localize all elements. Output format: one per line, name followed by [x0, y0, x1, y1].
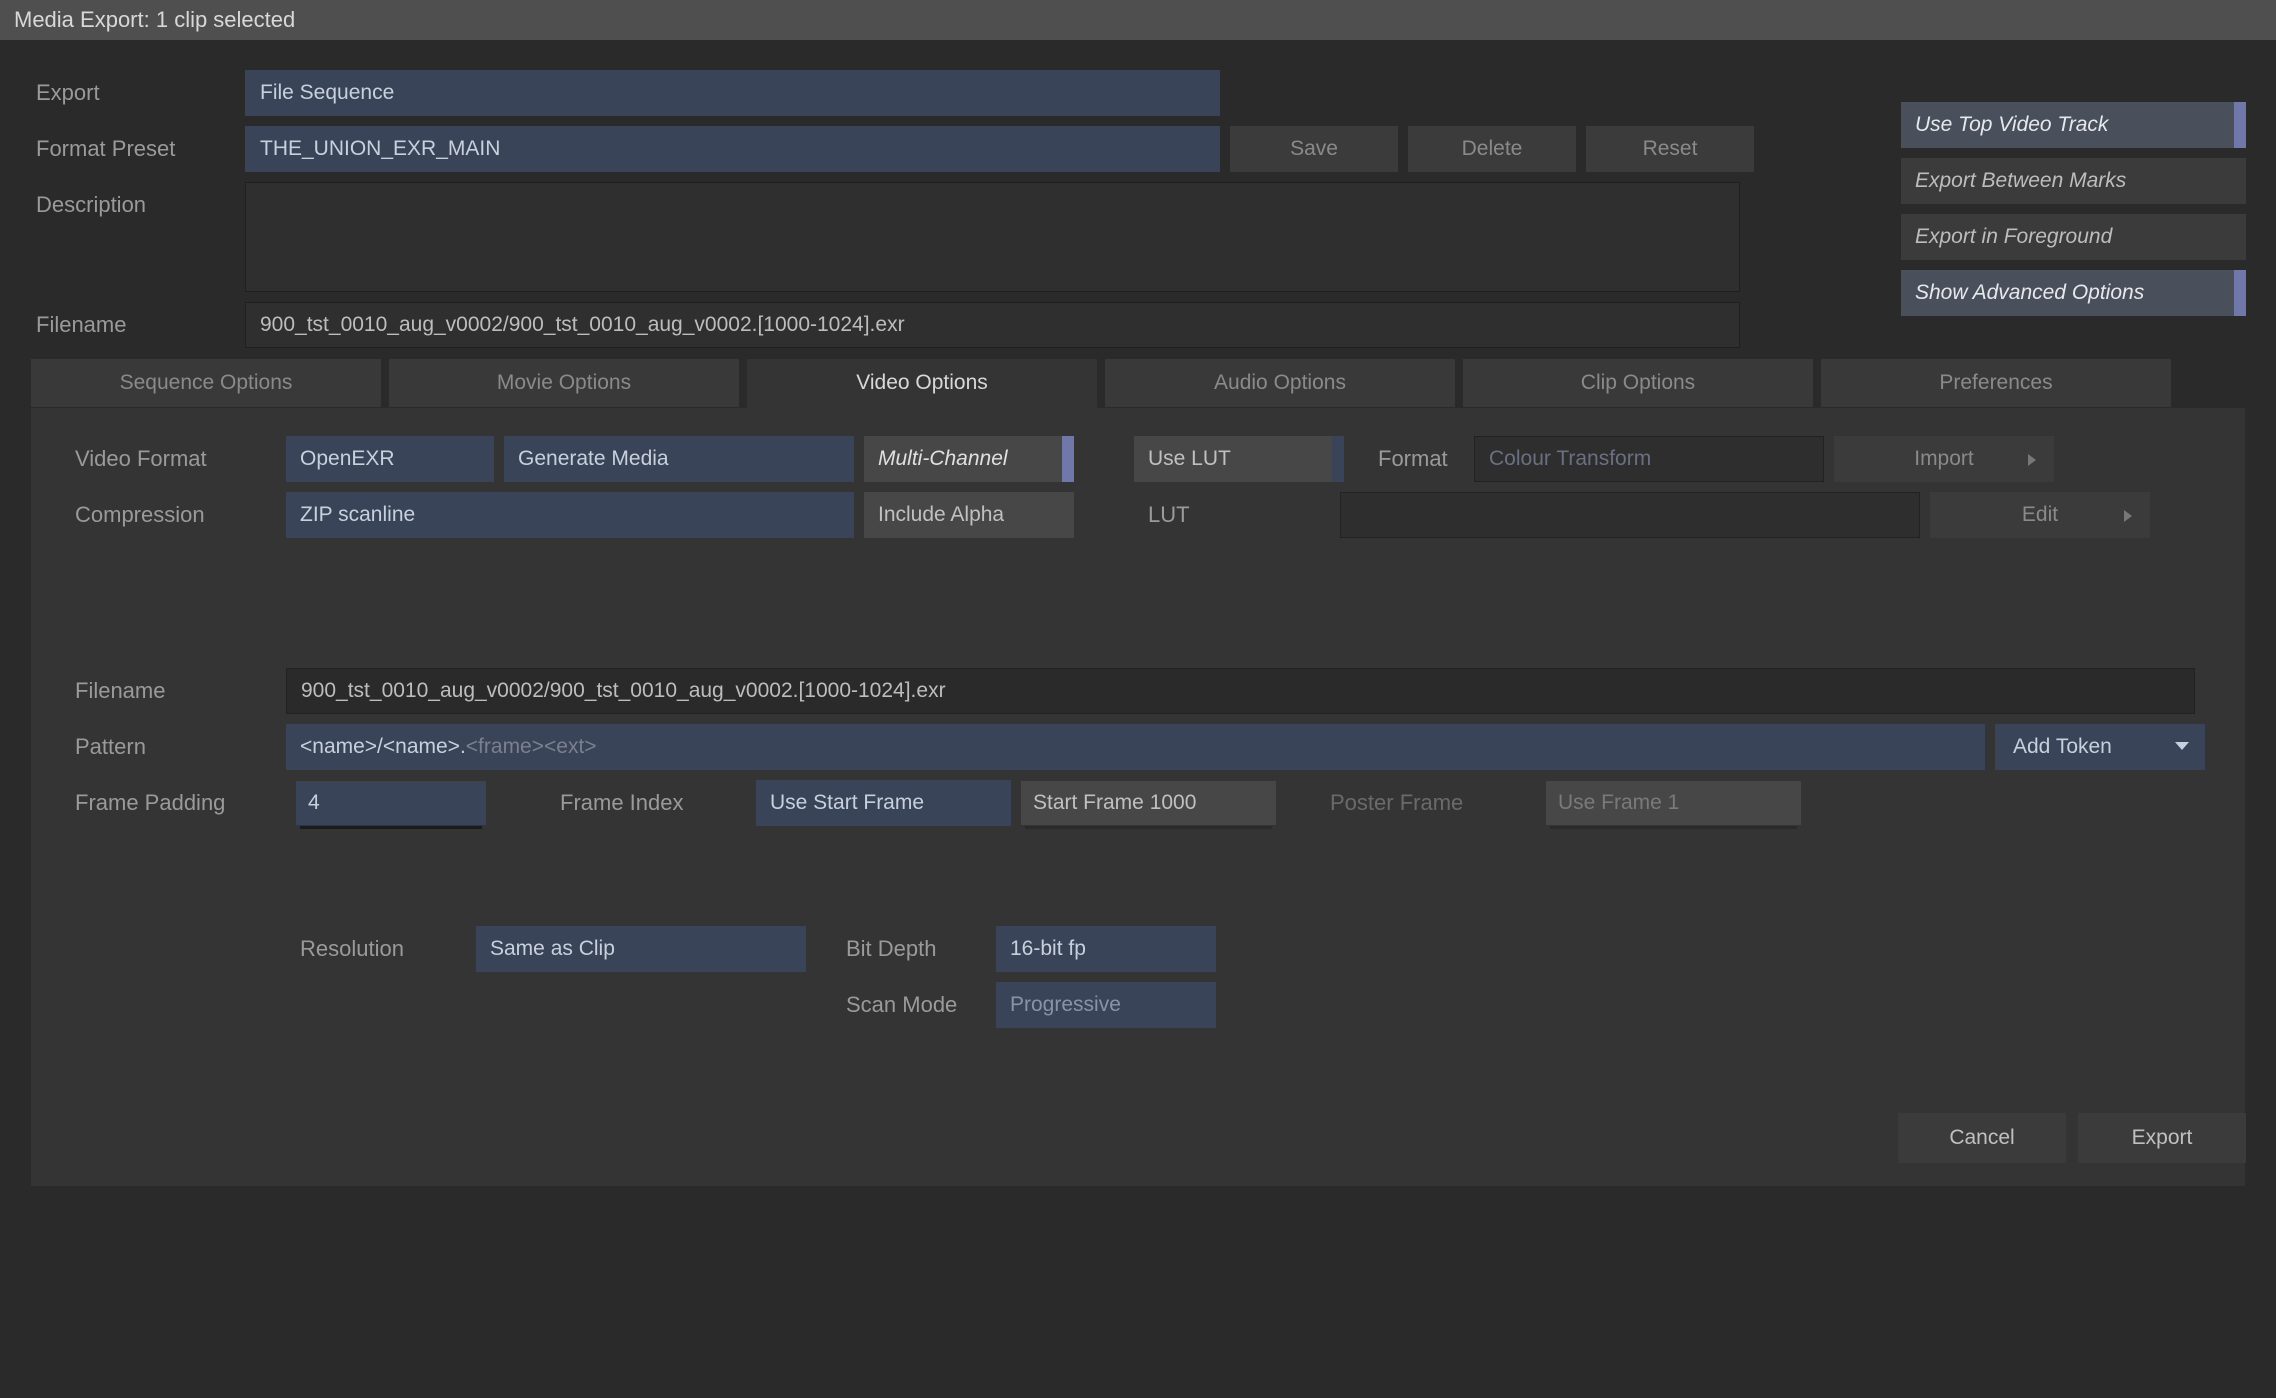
tab-clip-options[interactable]: Clip Options: [1462, 358, 1814, 408]
frame-index-label: Frame Index: [556, 790, 756, 816]
use-frame-value: Use Frame 1: [1558, 791, 1679, 815]
video-format-dropdown[interactable]: OpenEXR: [286, 436, 494, 482]
resolution-label: Resolution: [296, 936, 476, 962]
pattern-field[interactable]: <name>/<name>.<frame><ext>: [286, 724, 1985, 770]
toggle-inactive-indicator: [1332, 436, 1344, 482]
frame-padding-input[interactable]: 4: [296, 781, 486, 825]
use-lut-label: Use LUT: [1148, 447, 1231, 471]
bit-depth-dropdown[interactable]: 16-bit fp: [996, 926, 1216, 972]
compression-label: Compression: [71, 502, 286, 528]
filename-label: Filename: [30, 302, 245, 348]
tab-movie-options[interactable]: Movie Options: [388, 358, 740, 408]
toggle-label: Export in Foreground: [1915, 225, 2112, 249]
add-token-label: Add Token: [2013, 735, 2112, 759]
save-button[interactable]: Save: [1230, 126, 1398, 172]
panel-filename-label: Filename: [71, 678, 286, 704]
toggle-active-indicator: [2234, 102, 2246, 148]
media-export-window: Media Export: 1 clip selected Use Top Vi…: [0, 0, 2276, 1398]
chevron-down-icon: [2175, 742, 2189, 750]
toggle-export-between-marks[interactable]: Export Between Marks: [1901, 158, 2246, 204]
edit-lut-button[interactable]: Edit: [1930, 492, 2150, 538]
toggle-active-indicator: [2234, 270, 2246, 316]
panel-filename-field[interactable]: 900_tst_0010_aug_v0002/900_tst_0010_aug_…: [286, 668, 2195, 714]
frame-padding-label: Frame Padding: [71, 790, 296, 816]
slider-track: [300, 826, 482, 829]
generate-media-toggle[interactable]: Generate Media: [504, 436, 854, 482]
pattern-tokens: <name>/<name>.: [300, 735, 466, 759]
video-format-label: Video Format: [71, 446, 286, 472]
edit-label: Edit: [2022, 503, 2058, 527]
scan-mode-dropdown[interactable]: Progressive: [996, 982, 1216, 1028]
add-token-dropdown[interactable]: Add Token: [1995, 724, 2205, 770]
lut-format-label: Format: [1354, 446, 1474, 472]
chevron-right-icon: [2028, 454, 2038, 466]
export-type-dropdown[interactable]: File Sequence: [245, 70, 1220, 116]
window-titlebar: Media Export: 1 clip selected: [0, 0, 2276, 40]
multi-channel-toggle[interactable]: Multi-Channel: [864, 436, 1074, 482]
slider-track: [1025, 826, 1272, 829]
include-alpha-toggle[interactable]: Include Alpha: [864, 492, 1074, 538]
toggle-use-top-video-track[interactable]: Use Top Video Track: [1901, 102, 2246, 148]
poster-frame-label: Poster Frame: [1326, 790, 1546, 816]
import-lut-button[interactable]: Import: [1834, 436, 2054, 482]
toggle-show-advanced-options[interactable]: Show Advanced Options: [1901, 270, 2246, 316]
toggle-label: Export Between Marks: [1915, 169, 2126, 193]
frame-padding-value: 4: [308, 791, 320, 815]
options-tabs: Sequence Options Movie Options Video Opt…: [30, 358, 2246, 408]
tab-preferences[interactable]: Preferences: [1820, 358, 2172, 408]
resolution-dropdown[interactable]: Same as Clip: [476, 926, 806, 972]
pattern-label: Pattern: [71, 734, 286, 760]
video-options-panel: Video Format OpenEXR Generate Media Mult…: [30, 407, 2246, 1187]
toggle-label: Show Advanced Options: [1915, 281, 2144, 305]
use-start-frame-toggle[interactable]: Use Start Frame: [756, 780, 1011, 826]
tab-video-options[interactable]: Video Options: [746, 358, 1098, 408]
format-preset-label: Format Preset: [30, 126, 245, 172]
description-textarea[interactable]: [245, 182, 1740, 292]
toggle-active-indicator: [1062, 436, 1074, 482]
multi-channel-label: Multi-Channel: [878, 447, 1008, 471]
start-frame-input[interactable]: Start Frame 1000: [1021, 781, 1276, 825]
use-frame-input[interactable]: Use Frame 1: [1546, 781, 1801, 825]
export-button[interactable]: Export: [2078, 1113, 2246, 1163]
bit-depth-label: Bit Depth: [816, 936, 996, 962]
slider-track: [1550, 826, 1797, 829]
filename-field[interactable]: 900_tst_0010_aug_v0002/900_tst_0010_aug_…: [245, 302, 1740, 348]
dialog-footer: Cancel Export: [1898, 1113, 2246, 1163]
format-preset-dropdown[interactable]: THE_UNION_EXR_MAIN: [245, 126, 1220, 172]
lut-path-field[interactable]: [1340, 492, 1920, 538]
import-label: Import: [1914, 447, 1974, 471]
compression-dropdown[interactable]: ZIP scanline: [286, 492, 854, 538]
description-label: Description: [30, 182, 245, 228]
toggle-export-in-foreground[interactable]: Export in Foreground: [1901, 214, 2246, 260]
use-lut-toggle[interactable]: Use LUT: [1134, 436, 1344, 482]
lut-label: LUT: [1134, 502, 1344, 528]
export-label: Export: [30, 70, 245, 116]
toggle-label: Use Top Video Track: [1915, 113, 2108, 137]
reset-button[interactable]: Reset: [1586, 126, 1754, 172]
chevron-right-icon: [2124, 510, 2134, 522]
pattern-tokens-faded: <frame><ext>: [466, 735, 597, 759]
colour-transform-field[interactable]: Colour Transform: [1474, 436, 1824, 482]
cancel-button[interactable]: Cancel: [1898, 1113, 2066, 1163]
tab-sequence-options[interactable]: Sequence Options: [30, 358, 382, 408]
start-frame-value: Start Frame 1000: [1033, 791, 1196, 815]
delete-button[interactable]: Delete: [1408, 126, 1576, 172]
scan-mode-label: Scan Mode: [816, 992, 996, 1018]
tab-audio-options[interactable]: Audio Options: [1104, 358, 1456, 408]
